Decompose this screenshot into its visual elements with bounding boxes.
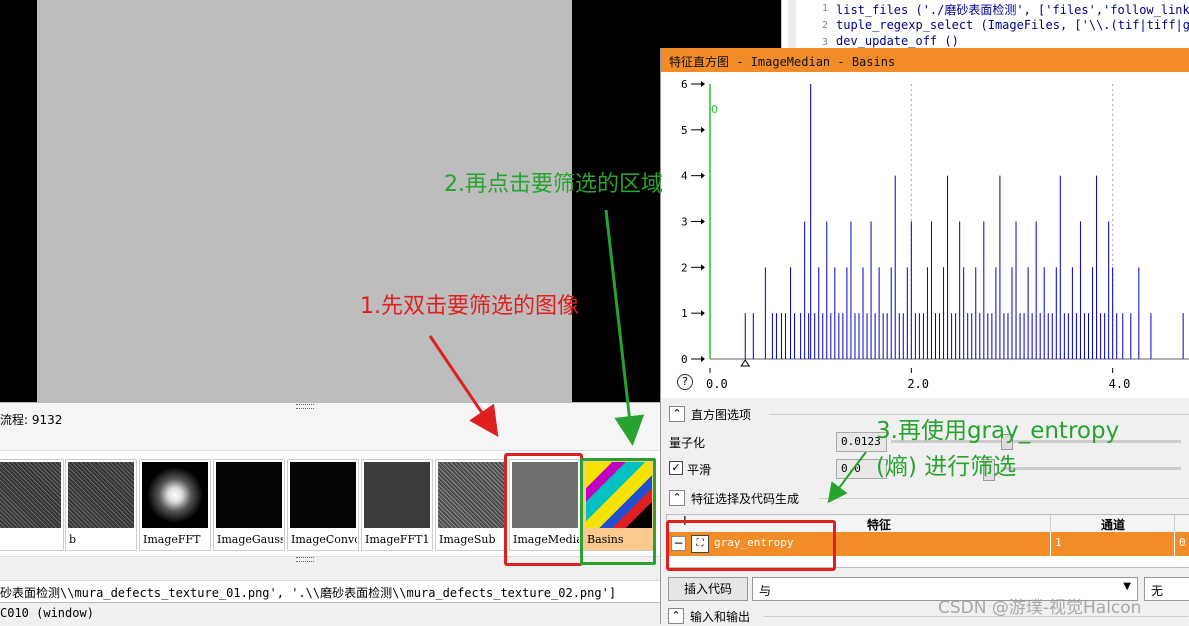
arrow-step1 [428,335,499,437]
annotation-arrows [428,209,867,504]
annotation-step1: 1.先双击要筛选的图像 [360,294,579,319]
arrow-step2 [604,209,645,446]
annotation-step2: 2.再点击要筛选的区域 [444,172,663,197]
watermark: CSDN @游璞-视觉Halcon [938,598,1142,618]
arrow-step3 [827,451,867,504]
annotation-step3-line2: (熵) 进行筛选 [876,454,1017,480]
annotation-step3-line1: 3.再使用gray_entropy [876,418,1120,444]
